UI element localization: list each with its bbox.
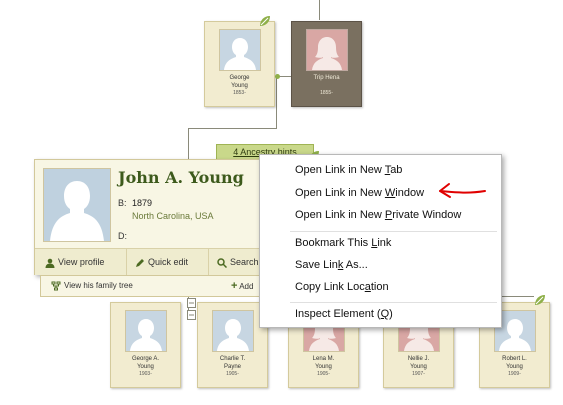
menu-separator — [290, 231, 497, 232]
menu-item-open-new-tab[interactable]: Open Link in New Tab — [295, 164, 402, 176]
person-name: Trip Hena — [313, 75, 340, 81]
person-name: George A. Young — [131, 356, 160, 370]
birth-place: North Carolina, USA — [132, 211, 214, 221]
person-popup: John A. Young B: 1879 North Carolina, US… — [34, 159, 286, 275]
person-years: 1905- — [317, 371, 330, 377]
menu-item-open-private-window[interactable]: Open Link in New Private Window — [295, 209, 461, 221]
popup-actions: View profile Quick edit Search — [35, 248, 285, 275]
person-years: 1855- — [320, 90, 333, 96]
menu-item-copy-link-location[interactable]: Copy Link Location — [295, 281, 389, 293]
person-name: George Young — [229, 75, 250, 89]
red-arrow-icon — [439, 183, 486, 198]
female-silhouette-icon — [306, 29, 348, 71]
person-name[interactable]: John A. Young — [118, 168, 244, 187]
search-icon — [217, 257, 227, 268]
leaf-hint-icon[interactable] — [259, 15, 271, 27]
menu-separator — [290, 302, 497, 303]
family-tree-icon — [51, 281, 61, 291]
birth-label: B: — [118, 198, 127, 208]
tree-connector — [319, 0, 320, 20]
person-card-trip-hena[interactable]: Trip Hena 1855- — [291, 21, 362, 107]
male-silhouette-icon — [43, 168, 111, 242]
person-name: Nellie J. Young — [407, 356, 430, 370]
male-silhouette-icon — [125, 310, 167, 352]
person-years: 1853- — [233, 90, 246, 96]
birth-year: 1879 — [132, 198, 153, 208]
menu-item-bookmark-link[interactable]: Bookmark This Link — [295, 237, 391, 249]
person-name: Charlie T. Payne — [219, 356, 246, 370]
connector-node — [275, 74, 280, 79]
person-icon — [45, 258, 55, 268]
person-years: 1903- — [139, 371, 152, 377]
person-card-george-young[interactable]: George Young 1853- — [204, 21, 275, 107]
menu-item-open-new-window[interactable]: Open Link in New Window — [295, 187, 424, 199]
person-name: Lena M. Young — [312, 356, 335, 370]
person-years: 1909- — [508, 371, 521, 377]
add-button[interactable]: + Add — [231, 276, 253, 297]
view-family-tree-link[interactable]: View his family tree — [51, 276, 133, 296]
person-card-child[interactable]: George A. Young 1903- — [110, 302, 181, 388]
person-years: 1905- — [226, 371, 239, 377]
menu-item-save-link-as[interactable]: Save Link As... — [295, 259, 368, 271]
expand-icon[interactable] — [187, 298, 196, 320]
quick-edit-button[interactable]: Quick edit — [127, 249, 209, 275]
plus-icon: + — [231, 280, 238, 292]
person-years: 1907- — [412, 371, 425, 377]
male-silhouette-icon — [212, 310, 254, 352]
death-label: D: — [118, 231, 127, 241]
person-card-child[interactable]: Charlie T. Payne 1905- — [197, 302, 268, 388]
tree-connector — [276, 76, 277, 128]
person-name: Robert L. Young — [502, 356, 527, 370]
view-profile-button[interactable]: View profile — [35, 249, 127, 275]
menu-item-inspect-element[interactable]: Inspect Element (Q) — [295, 308, 393, 320]
family-tree-bar: View his family tree + Add — [40, 275, 272, 297]
leaf-hint-icon[interactable] — [534, 294, 546, 306]
male-silhouette-icon — [219, 29, 261, 71]
tree-connector — [188, 128, 277, 129]
pencil-icon — [136, 258, 144, 267]
tree-connector — [188, 128, 189, 160]
